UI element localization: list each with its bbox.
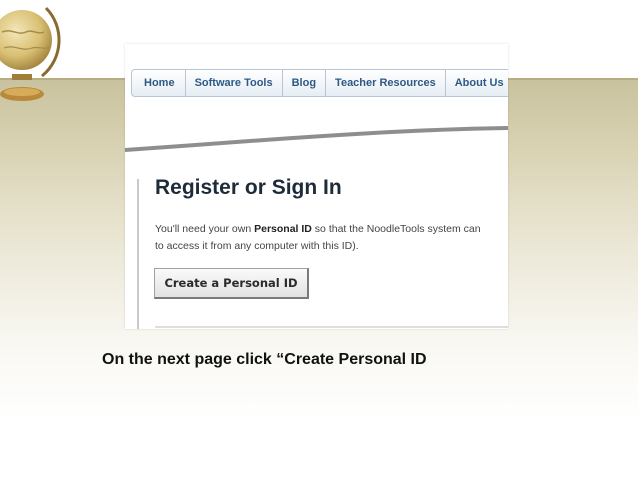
intro-text: You'll need your own Personal ID so that… xyxy=(155,221,508,255)
top-nav: Home Software Tools Blog Teacher Resourc… xyxy=(131,69,508,97)
nav-tab-about-us[interactable]: About Us xyxy=(446,70,508,96)
content-divider xyxy=(137,179,139,329)
slide-caption: On the next page click “Create Personal … xyxy=(102,351,427,368)
intro-text-line2: to access it from any computer with this… xyxy=(155,240,359,252)
intro-text-part: so that the NoodleTools system can xyxy=(311,223,481,235)
intro-text-part: You'll need your own xyxy=(155,223,255,235)
content-bottom-rule xyxy=(155,326,508,328)
nav-tab-home[interactable]: Home xyxy=(132,70,186,96)
personal-id-term: Personal ID xyxy=(254,223,312,235)
header-swoosh xyxy=(125,126,508,152)
create-personal-id-button[interactable]: Create a Personal ID xyxy=(154,268,309,299)
website-screenshot: Home Software Tools Blog Teacher Resourc… xyxy=(125,44,508,329)
nav-tab-teacher-resources[interactable]: Teacher Resources xyxy=(326,70,446,96)
nav-tab-blog[interactable]: Blog xyxy=(283,70,327,96)
page-heading: Register or Sign In xyxy=(155,176,342,199)
nav-tab-software-tools[interactable]: Software Tools xyxy=(186,70,283,96)
globe-icon xyxy=(0,6,61,101)
